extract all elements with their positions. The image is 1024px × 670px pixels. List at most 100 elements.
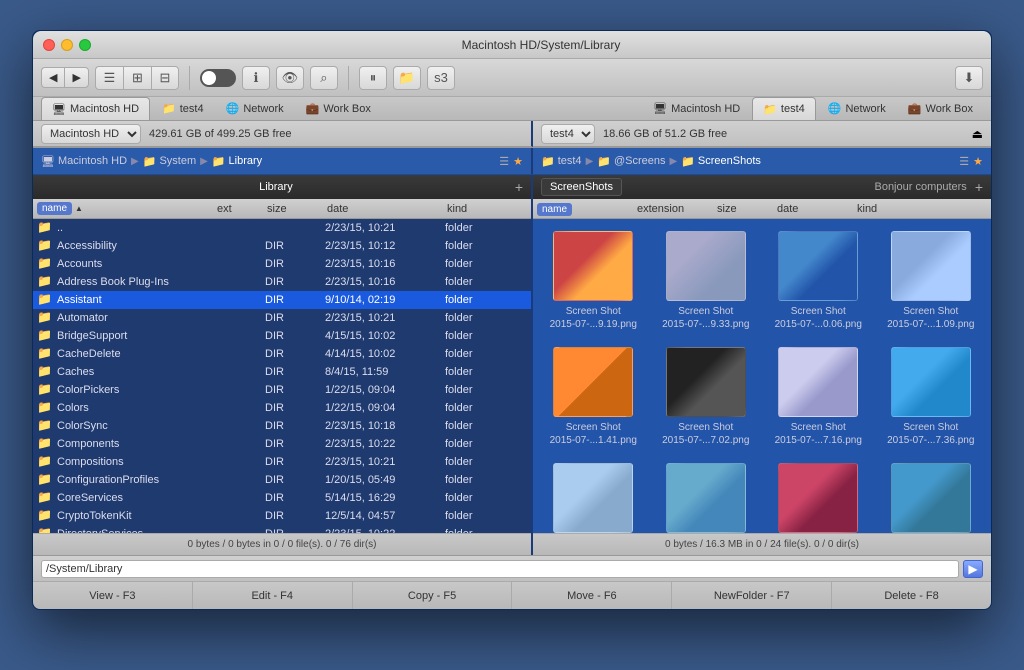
file-row[interactable]: 📁 Address Book Plug-Ins DIR 2/23/15, 10:… bbox=[33, 273, 531, 291]
new-folder-button[interactable]: 📁 bbox=[393, 66, 421, 90]
bc-left-0[interactable]: 🖥 Macintosh HD bbox=[41, 155, 127, 168]
download-button[interactable]: ⬇ bbox=[955, 66, 983, 90]
list-view-button[interactable]: ☰ bbox=[95, 66, 123, 90]
file-row[interactable]: 📁 CoreServices DIR 5/14/15, 16:29 folder bbox=[33, 489, 531, 507]
path-input[interactable] bbox=[41, 560, 959, 578]
right-tab-test4[interactable]: 📁 test4 bbox=[752, 97, 816, 120]
file-row[interactable]: 📁 CacheDelete DIR 4/14/15, 10:02 folder bbox=[33, 345, 531, 363]
file-row[interactable]: 📁 Assistant DIR 9/10/14, 02:19 folder bbox=[33, 291, 531, 309]
screenshot-item[interactable]: Screen Shot2015-07-...8.00.png bbox=[654, 459, 759, 533]
file-kind: folder bbox=[445, 348, 515, 360]
file-kind: folder bbox=[445, 258, 515, 270]
funckey-8[interactable]: Delete - F8 bbox=[832, 582, 991, 609]
bc-right-2[interactable]: 📁 ScreenShots bbox=[681, 155, 761, 168]
right-bc-list-icon[interactable]: ☰ bbox=[959, 155, 969, 168]
file-row[interactable]: 📁 Automator DIR 2/23/15, 10:21 folder bbox=[33, 309, 531, 327]
eject-button[interactable]: ⏏ bbox=[972, 127, 983, 141]
col-name-header[interactable]: name ▲ bbox=[37, 202, 217, 215]
left-drive-select[interactable]: Macintosh HD bbox=[41, 124, 141, 144]
right-tab-macintoshhd[interactable]: 🖥 Macintosh HD bbox=[643, 97, 750, 120]
left-bc-list-icon[interactable]: ☰ bbox=[499, 155, 509, 168]
back-button[interactable]: ◀ bbox=[41, 67, 64, 88]
screenshot-item[interactable]: Screen Shot2015-07-...7.45.png bbox=[541, 459, 646, 533]
file-row[interactable]: 📁 ColorSync DIR 2/23/15, 10:18 folder bbox=[33, 417, 531, 435]
s3-button[interactable]: s3 bbox=[427, 66, 455, 90]
col-ext-header[interactable]: ext bbox=[217, 203, 267, 215]
right-panel: ScreenShots Bonjour computers + name ext… bbox=[533, 175, 991, 555]
left-tab-workbox[interactable]: 💼 Work Box bbox=[296, 97, 381, 120]
screenshots-tab[interactable]: ScreenShots bbox=[541, 178, 622, 196]
screenshot-thumbnail bbox=[553, 463, 633, 533]
left-add-button[interactable]: + bbox=[515, 179, 523, 195]
funckey-6[interactable]: Move - F6 bbox=[512, 582, 672, 609]
forward-button[interactable]: ▶ bbox=[64, 67, 88, 88]
folder-icon-item: 📁 bbox=[37, 490, 53, 506]
file-row[interactable]: 📁 CryptoTokenKit DIR 12/5/14, 04:57 fold… bbox=[33, 507, 531, 525]
preview-button[interactable]: 👁 bbox=[276, 66, 304, 90]
folder-icon-item: 📁 bbox=[37, 472, 53, 488]
funckey-4[interactable]: Edit - F4 bbox=[193, 582, 353, 609]
screenshot-item[interactable]: Screen Shot2015-07-...1.09.png bbox=[879, 227, 984, 335]
funckey-5[interactable]: Copy - F5 bbox=[353, 582, 513, 609]
screenshot-item[interactable]: Screen Shot2015-07-...8.16.png bbox=[766, 459, 871, 533]
file-row[interactable]: 📁 .. 2/23/15, 10:21 folder bbox=[33, 219, 531, 237]
file-date: 1/22/15, 09:04 bbox=[325, 384, 445, 396]
left-tab-macintoshhd[interactable]: 🖥 Macintosh HD bbox=[41, 97, 150, 120]
folder-icon-item: 📁 bbox=[37, 400, 53, 416]
right-bc-star-icon[interactable]: ★ bbox=[973, 155, 983, 168]
icon-view-button[interactable]: ⊞ bbox=[123, 66, 151, 90]
screenshot-item[interactable]: Screen Shot2015-07-...7.36.png bbox=[879, 343, 984, 451]
file-row[interactable]: 📁 DirectoryServices DIR 2/23/15, 10:22 f… bbox=[33, 525, 531, 533]
file-row[interactable]: 📁 Caches DIR 8/4/15, 11:59 folder bbox=[33, 363, 531, 381]
col-date-header[interactable]: date bbox=[327, 203, 447, 215]
path-go-button[interactable]: ▶ bbox=[963, 560, 983, 578]
screenshot-item[interactable]: Screen Shot2015-07-...9.19.png bbox=[541, 227, 646, 335]
minimize-button[interactable] bbox=[61, 39, 73, 51]
col-size-header[interactable]: size bbox=[267, 203, 327, 215]
right-drive-select[interactable]: test4 bbox=[541, 124, 595, 144]
right-col-size[interactable]: size bbox=[717, 203, 777, 215]
file-row[interactable]: 📁 Accounts DIR 2/23/15, 10:16 folder bbox=[33, 255, 531, 273]
folder-icon-r: 📁 bbox=[763, 103, 777, 116]
screenshot-item[interactable]: Screen Shot2015-07-...7.16.png bbox=[766, 343, 871, 451]
close-button[interactable] bbox=[43, 39, 55, 51]
screenshot-item[interactable]: Screen Shot2015-07-...7.02.png bbox=[654, 343, 759, 451]
info-button[interactable]: ℹ bbox=[242, 66, 270, 90]
toggle-button[interactable] bbox=[200, 69, 236, 87]
maximize-button[interactable] bbox=[79, 39, 91, 51]
screenshot-item[interactable]: Screen Shot2015-07-...0.06.png bbox=[766, 227, 871, 335]
funckey-7[interactable]: NewFolder - F7 bbox=[672, 582, 832, 609]
right-col-ext[interactable]: extension bbox=[637, 203, 717, 215]
bc-right-at[interactable]: 📁 @Screens bbox=[597, 155, 665, 168]
file-row[interactable]: 📁 Components DIR 2/23/15, 10:22 folder bbox=[33, 435, 531, 453]
right-col-name[interactable]: name bbox=[537, 203, 637, 215]
screenshot-item[interactable]: Screen Shot2015-07-...1.41.png bbox=[541, 343, 646, 451]
pause-button[interactable]: ⏸ bbox=[359, 66, 387, 90]
file-row[interactable]: 📁 Compositions DIR 2/23/15, 10:21 folder bbox=[33, 453, 531, 471]
folder-icon: 📁 bbox=[399, 70, 415, 86]
right-tab-network[interactable]: 🌐 Network bbox=[818, 97, 896, 120]
right-col-kind[interactable]: kind bbox=[857, 203, 917, 215]
funckey-3[interactable]: View - F3 bbox=[33, 582, 193, 609]
file-kind: folder bbox=[445, 456, 515, 468]
bc-left-1[interactable]: 📁 System bbox=[143, 155, 196, 168]
right-col-date[interactable]: date bbox=[777, 203, 857, 215]
file-row[interactable]: 📁 Accessibility DIR 2/23/15, 10:12 folde… bbox=[33, 237, 531, 255]
bc-left-2[interactable]: 📁 Library bbox=[212, 155, 262, 168]
left-tab-network[interactable]: 🌐 Network bbox=[216, 97, 294, 120]
screenshot-item[interactable]: Screen Shot2015-07-...9.24.png bbox=[879, 459, 984, 533]
column-view-button[interactable]: ⊟ bbox=[151, 66, 179, 90]
file-row[interactable]: 📁 Colors DIR 1/22/15, 09:04 folder bbox=[33, 399, 531, 417]
col-kind-header[interactable]: kind bbox=[447, 203, 517, 215]
right-add-button[interactable]: + bbox=[975, 179, 983, 195]
search-button[interactable]: ⌕ bbox=[310, 66, 338, 90]
left-tab-test4[interactable]: 📁 test4 bbox=[152, 97, 214, 120]
left-bc-star-icon[interactable]: ★ bbox=[513, 155, 523, 168]
file-date: 4/15/15, 10:02 bbox=[325, 330, 445, 342]
file-row[interactable]: 📁 BridgeSupport DIR 4/15/15, 10:02 folde… bbox=[33, 327, 531, 345]
right-tab-workbox[interactable]: 💼 Work Box bbox=[898, 97, 983, 120]
bc-right-0[interactable]: 📁 test4 bbox=[541, 155, 582, 168]
screenshot-item[interactable]: Screen Shot2015-07-...9.33.png bbox=[654, 227, 759, 335]
file-row[interactable]: 📁 ColorPickers DIR 1/22/15, 09:04 folder bbox=[33, 381, 531, 399]
file-row[interactable]: 📁 ConfigurationProfiles DIR 1/20/15, 05:… bbox=[33, 471, 531, 489]
